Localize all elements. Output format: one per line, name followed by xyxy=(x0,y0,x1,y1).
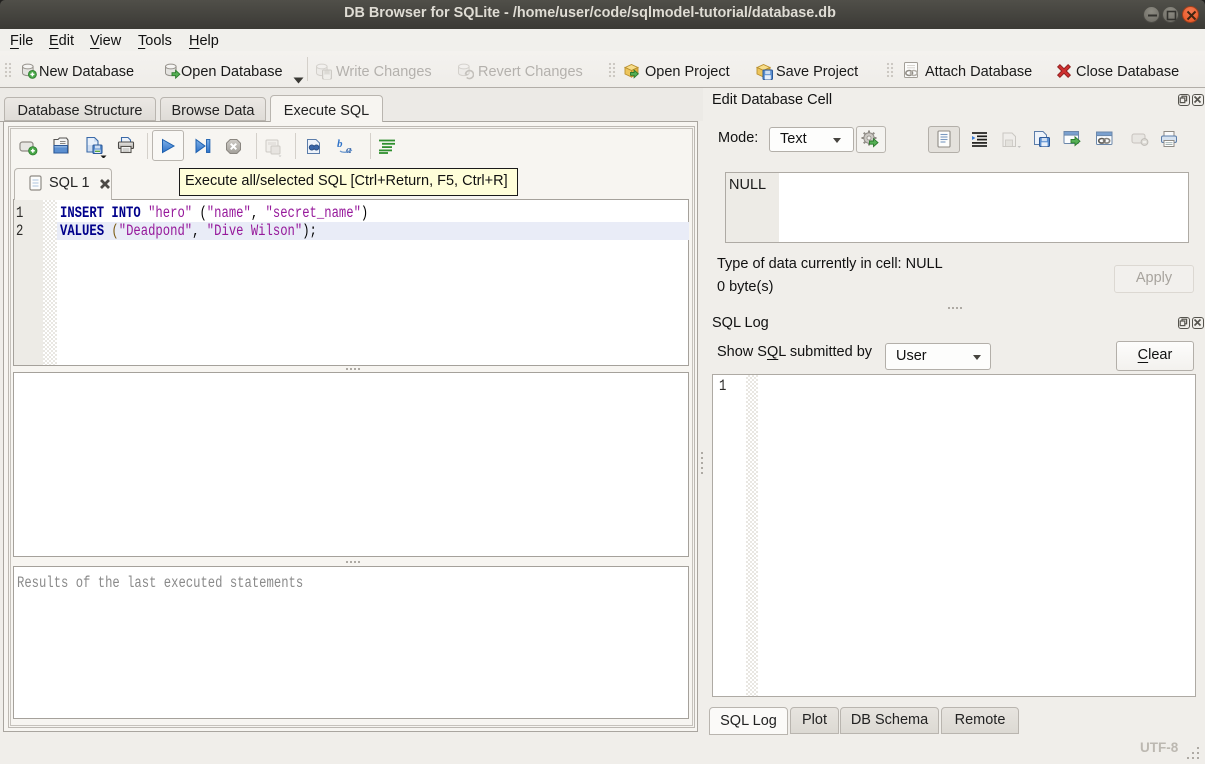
svg-text:b: b xyxy=(337,138,343,150)
svg-text:a: a xyxy=(346,144,352,155)
